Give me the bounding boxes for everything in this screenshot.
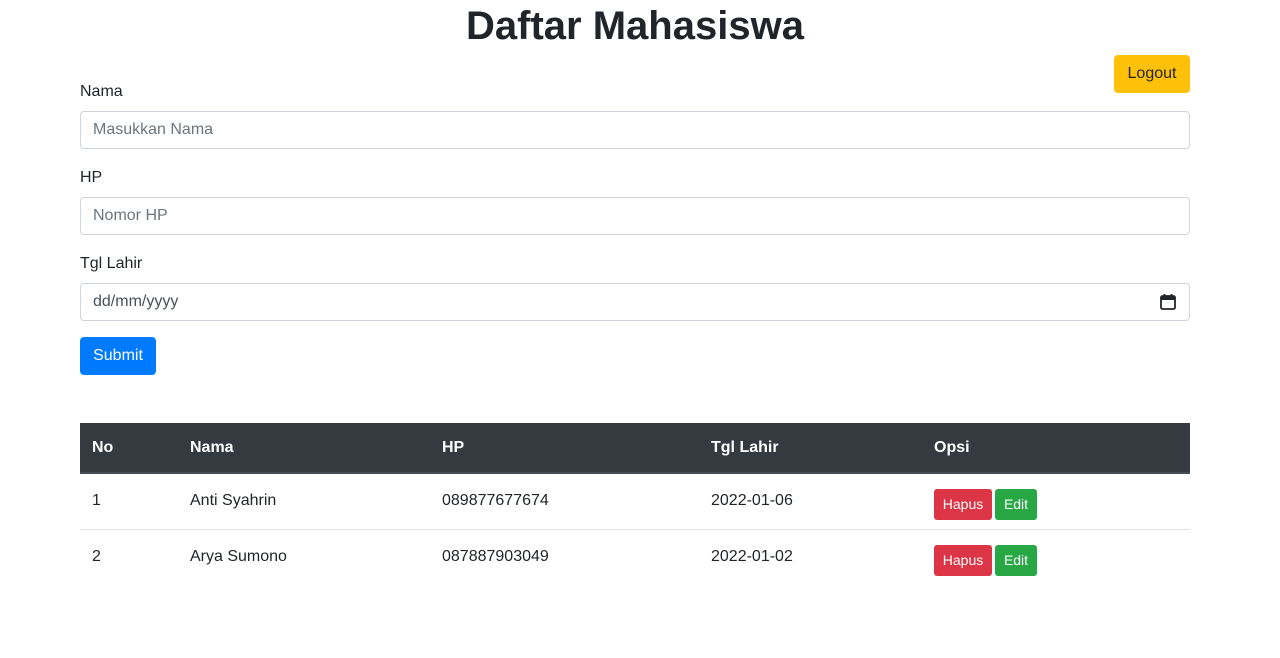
hp-label: HP	[80, 169, 103, 186]
table-row: 1 Anti Syahrin 089877677674 2022-01-06 H…	[80, 473, 1190, 529]
column-header-opsi: Opsi	[922, 423, 1190, 474]
cell-opsi: Hapus Edit	[922, 473, 1190, 529]
column-header-hp: HP	[430, 423, 699, 474]
nama-field-wrapper	[80, 111, 1190, 149]
cell-nama: Anti Syahrin	[190, 492, 277, 510]
cell-opsi: Hapus Edit	[922, 528, 1190, 585]
tgl-lahir-input[interactable]: dd/mm/yyyy	[80, 283, 1190, 321]
cell-nama: Arya Sumono	[178, 528, 430, 585]
cell-no: 2	[80, 528, 178, 585]
submit-button[interactable]: Submit	[80, 337, 156, 375]
row-actions: Hapus Edit	[934, 539, 1178, 576]
nama-label: Nama	[80, 83, 123, 100]
nama-input[interactable]	[93, 121, 1177, 139]
mahasiswa-table: No Nama HP Tgl Lahir Opsi 1 Anti Syahrin…	[80, 423, 1190, 585]
cell-hp: 087887903049	[430, 528, 699, 585]
calendar-icon[interactable]	[1159, 293, 1177, 311]
row-actions: Hapus Edit	[934, 483, 1178, 520]
logout-button[interactable]: Logout	[1114, 55, 1190, 93]
hapus-button[interactable]: Hapus	[934, 544, 992, 576]
table-row: 2 Arya Sumono 087887903049 2022-01-02 Ha…	[80, 528, 1190, 585]
edit-button[interactable]: Edit	[995, 488, 1037, 520]
tgl-lahir-label: Tgl Lahir	[80, 255, 143, 272]
tgl-lahir-placeholder: dd/mm/yyyy	[93, 293, 179, 310]
hp-field-wrapper	[80, 197, 1190, 235]
column-header-tgl-lahir: Tgl Lahir	[699, 423, 922, 474]
cell-tgl-lahir: 2022-01-02	[699, 528, 922, 585]
hp-input[interactable]	[93, 207, 1177, 225]
edit-button[interactable]: Edit	[995, 544, 1037, 576]
hapus-button[interactable]: Hapus	[934, 488, 992, 520]
cell-no: 1	[92, 492, 101, 510]
page-title: Daftar Mahasiswa	[466, 4, 804, 48]
column-header-no: No	[80, 423, 178, 474]
column-header-nama: Nama	[178, 423, 430, 474]
table-header-row: No Nama HP Tgl Lahir Opsi	[80, 423, 1190, 474]
cell-tgl-lahir: 2022-01-06	[711, 492, 793, 510]
cell-hp: 089877677674	[442, 492, 549, 510]
